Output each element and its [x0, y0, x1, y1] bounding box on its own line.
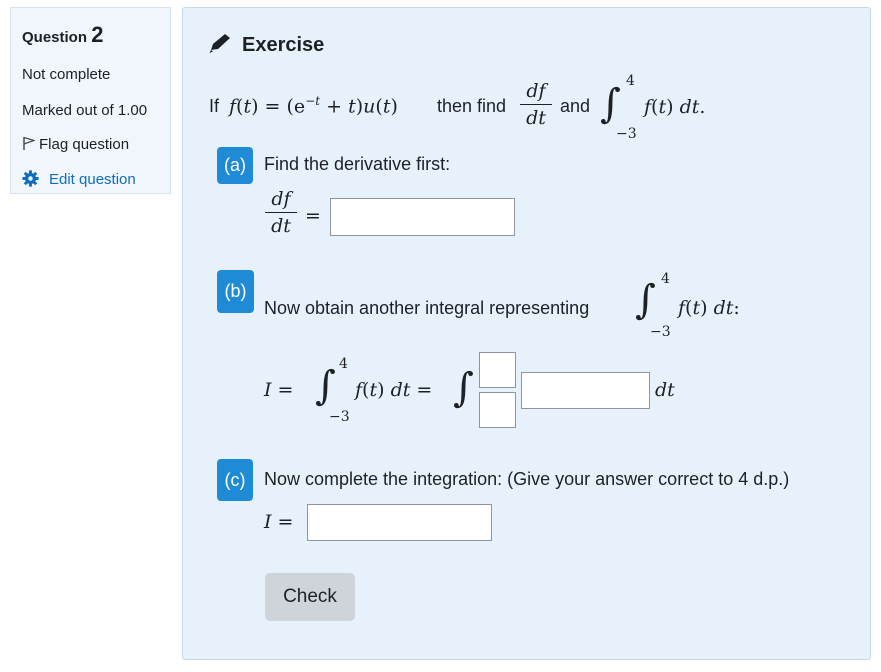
question-number-value: 2: [91, 22, 104, 47]
upper-limit: 4: [626, 73, 635, 89]
part-b-eq-integral-sign: ∫: [315, 363, 336, 409]
part-c-lhs: I =: [264, 511, 294, 533]
part-b-dt: dt: [655, 379, 675, 401]
question-label: Question: [22, 29, 88, 46]
edit-question-link[interactable]: Edit question: [22, 170, 136, 188]
exercise-title: Exercise: [207, 32, 324, 57]
flag-question-link[interactable]: Flag question: [22, 136, 129, 153]
part-c-prompt: Now complete the integration: (Give your…: [264, 469, 790, 489]
part-a-numerator: df: [271, 188, 291, 210]
part-b-badge: (b): [217, 270, 254, 313]
derivative-fraction: df dt: [520, 80, 552, 129]
part-b-upper-limit: 4: [661, 271, 670, 287]
part-b-integrand-input[interactable]: [521, 372, 650, 409]
part-a-badge: (a): [217, 147, 253, 184]
part-b-integrand: f(t) dt:: [678, 297, 740, 319]
intro-then-text: then find: [437, 96, 507, 116]
flag-icon: [23, 136, 36, 150]
gear-icon: [22, 170, 39, 187]
pencil-icon: [209, 34, 230, 53]
part-a-answer-input[interactable]: [330, 198, 515, 236]
part-b-eq-upper-limit: 4: [339, 356, 348, 372]
check-button[interactable]: Check: [265, 573, 355, 621]
part-b-new-integral-sign: ∫: [453, 365, 474, 411]
part-a-derivative: df dt: [265, 188, 297, 237]
question-info-panel: Question 2 Not complete Marked out of 1.…: [10, 7, 171, 194]
part-b-eq-lower-limit: −3: [329, 409, 350, 425]
function-definition: f(t) = (e−t + t)u(t): [229, 94, 398, 118]
part-b-middle: f(t) dt =: [355, 379, 433, 401]
part-b-prompt: Now obtain another integral representing: [264, 298, 590, 318]
part-a-denominator: dt: [271, 215, 291, 237]
part-b-lower-limit: −3: [650, 324, 671, 340]
intro-if-text: If: [209, 96, 220, 116]
exercise-title-text: Exercise: [242, 34, 325, 56]
integral-sign: ∫: [600, 81, 621, 127]
lower-limit: −3: [616, 126, 637, 142]
part-c-answer-input[interactable]: [307, 504, 492, 541]
flag-question-label: Flag question: [39, 136, 130, 153]
part-b-lhs: I =: [264, 379, 294, 401]
question-number: Question 2: [22, 22, 103, 48]
question-state: Not complete: [22, 66, 111, 83]
part-a-equals: =: [305, 205, 321, 227]
intro-integrand: f(t) dt.: [644, 96, 706, 118]
part-b-upper-limit-input[interactable]: [479, 352, 516, 388]
edit-question-label: Edit question: [49, 171, 136, 188]
part-b-lower-limit-input[interactable]: [479, 392, 516, 428]
question-content: Exercise If f(t) = (e−t + t)u(t) then fi…: [182, 7, 871, 660]
intro-and-text: and: [560, 96, 591, 116]
question-grade: Marked out of 1.00: [22, 102, 148, 119]
part-a-prompt: Find the derivative first:: [264, 154, 451, 174]
part-c-badge: (c): [217, 459, 253, 501]
part-b-integral-sign: ∫: [635, 277, 656, 323]
